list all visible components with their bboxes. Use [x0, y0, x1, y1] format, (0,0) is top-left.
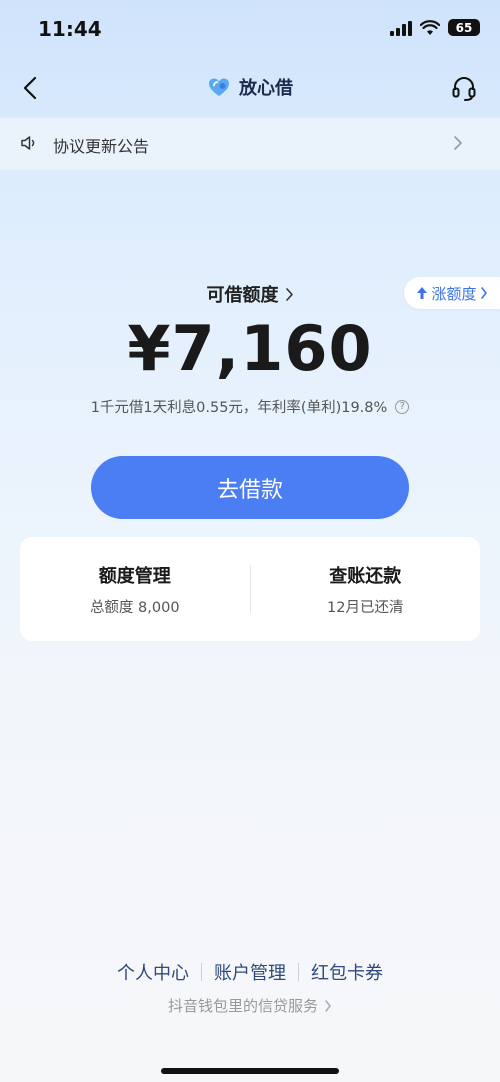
chevron-left-icon	[23, 76, 37, 100]
card-title: 额度管理	[98, 565, 171, 587]
chevron-right-icon	[325, 999, 331, 1012]
bill-repayment[interactable]: 查账还款 12月已还清	[251, 537, 481, 641]
speaker-icon	[21, 136, 35, 150]
notice-text: 协议更新公告	[53, 137, 150, 156]
service-info[interactable]: 抖音钱包里的信贷服务	[0, 995, 500, 1016]
account-card: 额度管理 总额度 8,000 查账还款 12月已还清	[20, 537, 480, 641]
limit-management[interactable]: 额度管理 总额度 8,000	[20, 537, 250, 641]
status-icons: 65	[390, 19, 480, 36]
rate-text: 1千元借1天利息0.55元，年利率(单利)19.8%	[90, 400, 388, 416]
footer-links: 个人中心 账户管理 红包卡券	[0, 959, 500, 985]
wifi-icon	[420, 19, 440, 35]
footer-link-account[interactable]: 账户管理	[202, 959, 298, 985]
footer-link-coupons[interactable]: 红包卡券	[299, 959, 395, 985]
headset-icon	[452, 77, 476, 101]
customer-service-button[interactable]	[448, 72, 480, 104]
cellular-signal-icon	[390, 20, 412, 36]
notice-bar[interactable]: 协议更新公告	[0, 118, 500, 170]
borrow-button[interactable]: 去借款	[91, 456, 409, 519]
status-bar: 11:44 65	[0, 0, 500, 60]
card-subtitle: 12月已还清	[327, 599, 404, 616]
back-button[interactable]	[16, 72, 44, 104]
chevron-right-icon	[285, 287, 293, 301]
footer-link-profile[interactable]: 个人中心	[105, 959, 201, 985]
chevron-right-icon	[454, 136, 462, 150]
status-time: 11:44	[38, 17, 102, 41]
credit-label: 可借额度	[206, 285, 279, 306]
nav-bar: 放心借	[0, 62, 500, 114]
brand-name: 放心借	[239, 78, 293, 99]
battery-icon: 65	[448, 19, 480, 36]
heart-logo-icon	[209, 78, 229, 96]
card-title: 查账还款	[329, 565, 402, 587]
credit-label-row[interactable]: 可借额度	[0, 281, 500, 307]
card-subtitle: 总额度 8,000	[89, 599, 180, 616]
brand: 放心借	[207, 74, 293, 100]
home-indicator	[161, 1068, 339, 1074]
help-icon[interactable]: ?	[395, 399, 410, 414]
credit-amount: ¥7,160	[127, 312, 373, 385]
service-text: 抖音钱包里的信贷服务	[167, 997, 318, 1015]
rate-row: 1千元借1天利息0.55元，年利率(单利)19.8% ?	[0, 396, 500, 417]
